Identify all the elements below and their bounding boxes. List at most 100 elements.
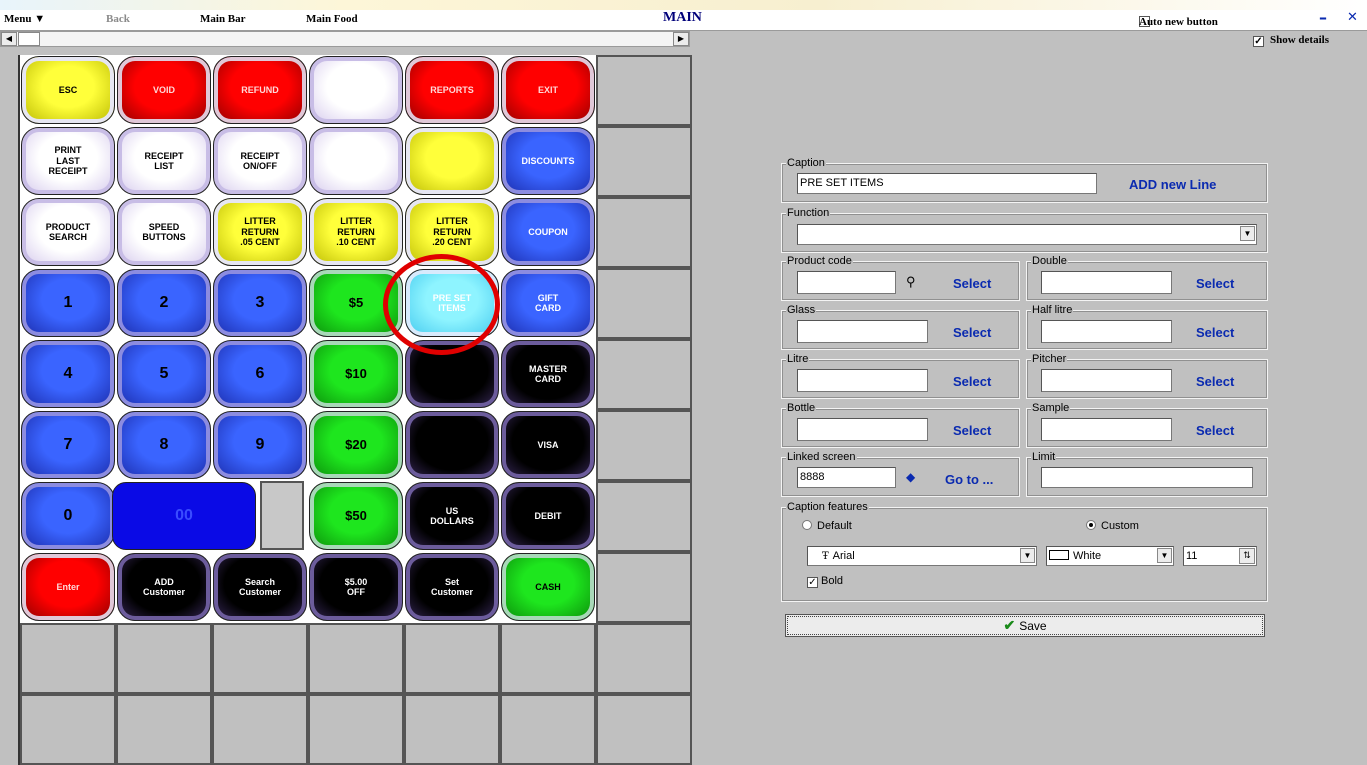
pos-button[interactable]: LITTER RETURN .20 CENT: [405, 198, 499, 266]
half-litre-input[interactable]: [1041, 320, 1172, 343]
pos-button[interactable]: $10: [309, 340, 403, 408]
grid-cell[interactable]: 3: [212, 268, 308, 339]
grid-cell[interactable]: [596, 55, 692, 126]
grid-cell[interactable]: [116, 694, 212, 765]
pos-button[interactable]: GIFT CARD: [501, 269, 595, 337]
grid-cell[interactable]: LITTER RETURN .20 CENT: [404, 197, 500, 268]
custom-radio-option[interactable]: Custom: [1086, 520, 1139, 532]
grid-cell[interactable]: DISCOUNTS: [500, 126, 596, 197]
back-button[interactable]: Back: [106, 13, 130, 25]
grid-cell[interactable]: [212, 694, 308, 765]
pos-button[interactable]: US DOLLARS: [405, 482, 499, 550]
main-bar-link[interactable]: Main Bar: [200, 13, 246, 25]
pos-button[interactable]: $5.00 OFF: [309, 553, 403, 621]
main-food-link[interactable]: Main Food: [306, 13, 358, 25]
grid-cell[interactable]: 1: [20, 268, 116, 339]
minimize-icon[interactable]: –: [1319, 8, 1327, 27]
pos-button[interactable]: 9: [213, 411, 307, 479]
pos-button[interactable]: RECEIPT LIST: [117, 127, 211, 195]
pos-button[interactable]: CASH: [501, 553, 595, 621]
grid-cell[interactable]: [500, 623, 596, 694]
scroll-thumb[interactable]: [18, 32, 40, 46]
bold-option[interactable]: ✓ Bold: [807, 575, 843, 588]
pos-button[interactable]: LITTER RETURN .05 CENT: [213, 198, 307, 266]
empty-slot[interactable]: [596, 339, 692, 410]
litre-input[interactable]: [797, 369, 928, 392]
linked-screen-input[interactable]: 8888: [797, 467, 896, 488]
grid-cell[interactable]: [596, 197, 692, 268]
grid-cell[interactable]: REFUND: [212, 55, 308, 126]
grid-cell[interactable]: $5: [308, 268, 404, 339]
pitcher-select-button[interactable]: Select: [1196, 374, 1234, 389]
empty-slot[interactable]: [20, 694, 116, 765]
bottle-select-button[interactable]: Select: [953, 423, 991, 438]
pos-button[interactable]: 6: [213, 340, 307, 408]
binoculars-icon[interactable]: ⚲: [906, 274, 916, 290]
empty-slot[interactable]: [260, 481, 304, 550]
pos-button[interactable]: PRE SET ITEMS: [405, 269, 499, 337]
empty-slot[interactable]: [404, 694, 500, 765]
grid-cell[interactable]: 4: [20, 339, 116, 410]
grid-cell[interactable]: Search Customer: [212, 552, 308, 623]
pos-button[interactable]: [405, 340, 499, 408]
pos-button[interactable]: DEBIT: [501, 482, 595, 550]
grid-cell[interactable]: PRINT LAST RECEIPT: [20, 126, 116, 197]
grid-cell[interactable]: [596, 481, 692, 552]
grid-cell[interactable]: EXIT: [500, 55, 596, 126]
chevron-down-icon[interactable]: ▼: [1240, 226, 1255, 241]
grid-cell[interactable]: VISA: [500, 410, 596, 481]
empty-slot[interactable]: [308, 694, 404, 765]
product-code-select-button[interactable]: Select: [953, 276, 991, 291]
limit-input[interactable]: [1041, 467, 1253, 488]
pos-button[interactable]: ADD Customer: [117, 553, 211, 621]
grid-cell[interactable]: [596, 623, 692, 694]
grid-cell[interactable]: 0: [20, 481, 116, 552]
grid-cell[interactable]: 5: [116, 339, 212, 410]
empty-slot[interactable]: [596, 410, 692, 481]
grid-cell[interactable]: REPORTS: [404, 55, 500, 126]
grid-cell[interactable]: [596, 694, 692, 765]
chevron-down-icon[interactable]: ▼: [1157, 548, 1172, 563]
show-details-checkbox[interactable]: ✓: [1253, 36, 1264, 47]
pos-button[interactable]: Set Customer: [405, 553, 499, 621]
grid-cell[interactable]: [308, 694, 404, 765]
pos-button[interactable]: 5: [117, 340, 211, 408]
empty-slot[interactable]: [116, 694, 212, 765]
color-select[interactable]: White ▼: [1046, 546, 1174, 566]
pitcher-input[interactable]: [1041, 369, 1172, 392]
grid-cell[interactable]: RECEIPT ON/OFF: [212, 126, 308, 197]
grid-cell[interactable]: 8: [116, 410, 212, 481]
grid-cell[interactable]: [404, 126, 500, 197]
empty-slot[interactable]: [212, 623, 308, 694]
function-select[interactable]: ▼: [797, 224, 1257, 245]
grid-cell[interactable]: [596, 339, 692, 410]
empty-slot[interactable]: [596, 197, 692, 268]
close-icon[interactable]: ✕: [1347, 10, 1358, 25]
font-size-stepper[interactable]: 11 ⇅: [1183, 546, 1257, 566]
pos-button[interactable]: DISCOUNTS: [501, 127, 595, 195]
grid-cell[interactable]: PRODUCT SEARCH: [20, 197, 116, 268]
grid-cell[interactable]: US DOLLARS: [404, 481, 500, 552]
product-code-input[interactable]: [797, 271, 896, 294]
glass-input[interactable]: [797, 320, 928, 343]
grid-cell[interactable]: [404, 623, 500, 694]
pos-button[interactable]: LITTER RETURN .10 CENT: [309, 198, 403, 266]
grid-cell[interactable]: $5.00 OFF: [308, 552, 404, 623]
default-radio-option[interactable]: Default: [802, 520, 852, 532]
sample-select-button[interactable]: Select: [1196, 423, 1234, 438]
custom-radio[interactable]: [1086, 520, 1096, 530]
grid-cell[interactable]: [596, 410, 692, 481]
pos-button[interactable]: [405, 127, 499, 195]
grid-cell[interactable]: 6: [212, 339, 308, 410]
pos-button[interactable]: REFUND: [213, 56, 307, 124]
empty-slot[interactable]: [596, 55, 692, 126]
grid-cell[interactable]: [404, 694, 500, 765]
empty-slot[interactable]: [212, 694, 308, 765]
grid-cell[interactable]: LITTER RETURN .05 CENT: [212, 197, 308, 268]
bottle-input[interactable]: [797, 418, 928, 441]
pos-button[interactable]: Search Customer: [213, 553, 307, 621]
empty-slot[interactable]: [500, 623, 596, 694]
empty-slot[interactable]: [596, 481, 692, 552]
bold-checkbox[interactable]: ✓: [807, 577, 818, 588]
pos-button[interactable]: Enter: [21, 553, 115, 621]
